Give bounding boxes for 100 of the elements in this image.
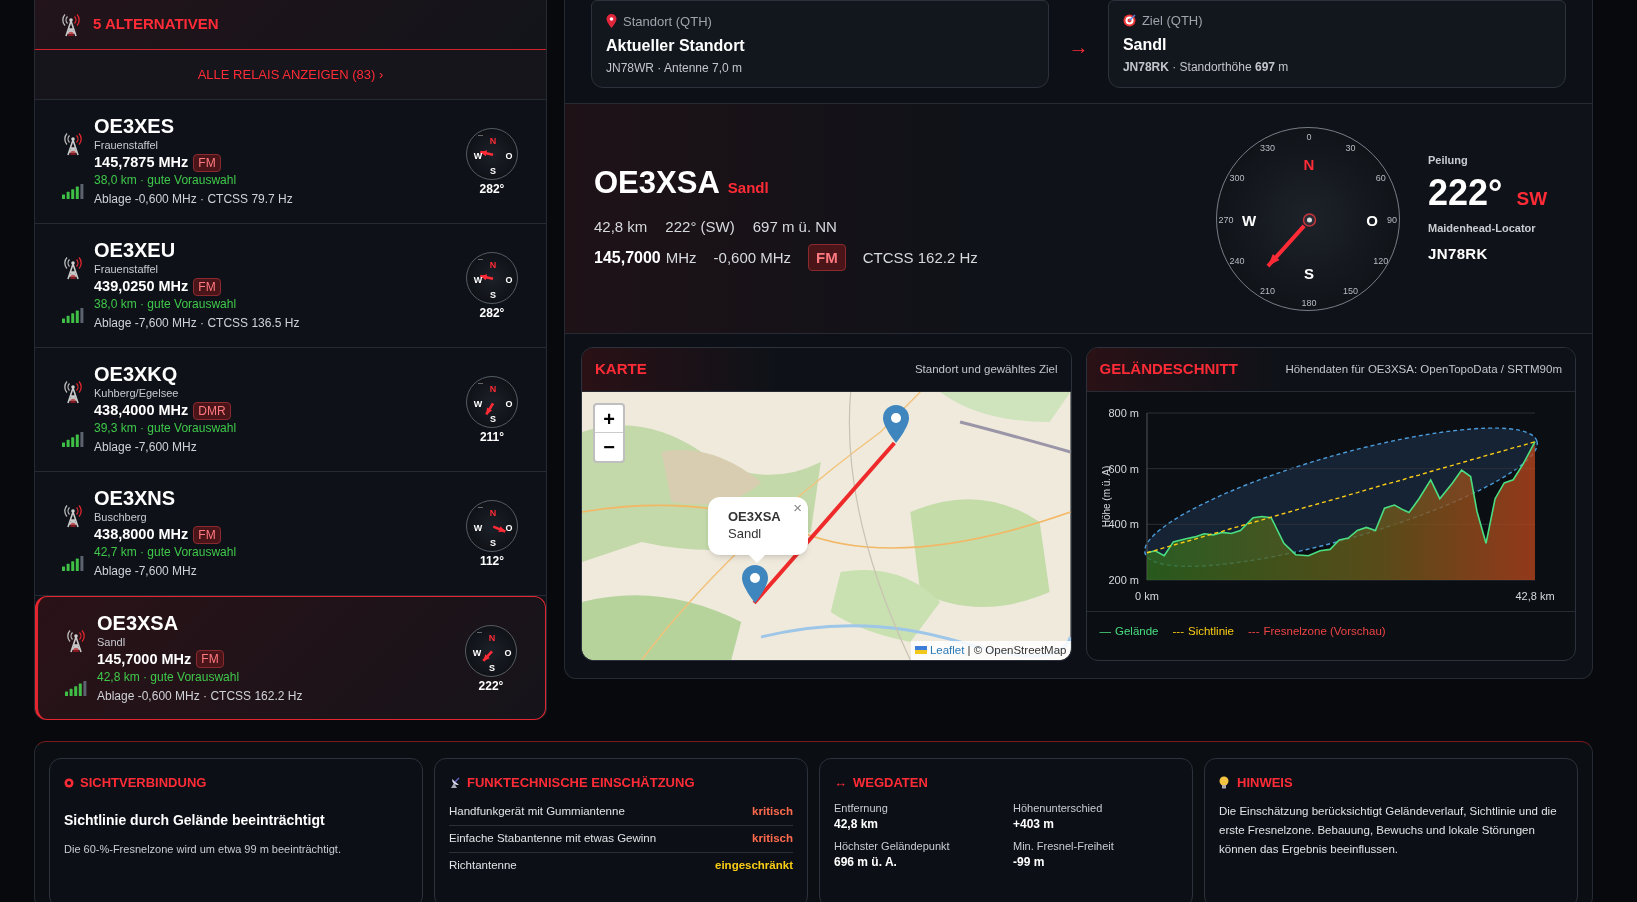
- map-marker-icon[interactable]: [883, 405, 909, 443]
- attribution-link[interactable]: Leaflet: [929, 641, 965, 659]
- compass-letter: S: [490, 414, 496, 424]
- degree-label: 120: [1373, 256, 1389, 266]
- bearing-direction: SW: [1516, 187, 1548, 212]
- antenna-type: Einfache Stabantenne mit etwas Gewinn: [449, 830, 657, 846]
- compass-letter: S: [490, 290, 496, 300]
- route-arrow: →: [1067, 35, 1090, 60]
- relay-location: Kuhberg/Egelsee: [94, 386, 180, 400]
- relay-details: Ablage -0,600 MHz · CTCSS 79.7 Hz: [94, 191, 294, 208]
- compass-letter: W: [473, 523, 483, 533]
- compass-letter: W: [473, 399, 483, 409]
- direction-arrow-icon: [482, 650, 494, 663]
- signal-bars-icon: [61, 184, 85, 199]
- show-all-button[interactable]: ALLE RELAIS ANZEIGEN (83) ›: [197, 64, 384, 85]
- degree-label: 210: [1260, 286, 1275, 296]
- close-button[interactable]: ×: [793, 500, 802, 515]
- degree-label: 300: [1229, 173, 1245, 183]
- relay-list-item[interactable]: OE3XKQ Kuhberg/Egelsee 438,4000 MHz DMR 39,3 km · gute Vorauswahl Ablage -7,600 MHz N O S W 211°: [35, 348, 546, 472]
- signal-bars-icon: [61, 556, 85, 571]
- legend-symbol: —: [1099, 624, 1111, 639]
- compass-letter: N: [488, 633, 496, 642]
- assessment-rating: kritisch: [752, 830, 793, 846]
- path-label: Entfernung: [834, 800, 889, 816]
- satellite-dish-icon: [449, 776, 461, 789]
- light-bulb-icon: [1219, 776, 1229, 790]
- frequency-unit: MHz: [665, 247, 697, 268]
- relay-list-item[interactable]: OE3XSA Sandl 145,7000 MHz FM 42,8 km · gute Vorauswahl Ablage -0,600 MHz · CTCSS 162.2 Hz N O S W 222°: [35, 596, 546, 720]
- relay-rating: 42,7 km · gute Vorauswahl: [94, 544, 238, 561]
- compass-letter: S: [1304, 265, 1314, 280]
- mode-badge: FM: [808, 244, 846, 272]
- target-frequency: 145,7000: [594, 247, 661, 268]
- legend-label: Sichtlinie: [1188, 624, 1234, 639]
- direction-arrow-icon: [491, 525, 507, 534]
- popup-subtitle: Sandl: [728, 525, 763, 542]
- compass-letter: S: [490, 538, 496, 548]
- mode-badge: FM: [193, 277, 221, 296]
- locator-value: JN78RK: [1428, 243, 1489, 264]
- degree-label: 0: [1306, 132, 1312, 141]
- card-label: Ziel (QTH): [1141, 14, 1203, 27]
- relay-callsign: OE3XES: [94, 114, 176, 138]
- compass-letter: O: [505, 151, 513, 161]
- relay-location: Sandl: [97, 634, 127, 649]
- relay-rating: 38,0 km · gute Vorauswahl: [94, 172, 238, 189]
- status-dot-icon: [64, 777, 74, 788]
- compass-letter: O: [505, 399, 513, 409]
- hint-text: Die Einschätzung berücksichtigt Geländeverlauf, Sichtlinie und die erste Fresnelzone. Bebauung, Bewuchs und lokale Störungen können das Ergebnis beeinflussen.: [1219, 803, 1558, 857]
- bearing-value: 211°: [479, 431, 505, 443]
- relay-details: Ablage -7,600 MHz: [94, 439, 198, 456]
- bearing-value: 282°: [479, 307, 505, 319]
- bearing-label: Peilung: [1428, 152, 1469, 168]
- relay-list-item[interactable]: OE3XEU Frauenstaffel 439,0250 MHz FM 38,0 km · gute Vorauswahl Ablage -7,600 MHz · CTCSS 136.5 Hz N O S W 282°: [35, 224, 546, 348]
- antenna-tower-icon: [63, 132, 83, 156]
- mode-badge: FM: [193, 153, 221, 172]
- relay-callsign: OE3XSA: [97, 610, 180, 635]
- direction-arrow-icon: [485, 401, 495, 416]
- relay-list-item[interactable]: OE3XES Frauenstaffel 145,7875 MHz FM 38,0 km · gute Vorauswahl Ablage -0,600 MHz · CTCSS 79.7 Hz N O S W 282°: [35, 100, 546, 224]
- antenna-tower-icon: [63, 256, 83, 280]
- target-altitude: 697 m ü. NN: [752, 216, 837, 237]
- relay-details: Ablage -7,600 MHz: [94, 563, 198, 580]
- bearing-value: 222°: [1428, 174, 1503, 213]
- mode-badge: FM: [196, 650, 224, 668]
- card-title: WEGDATEN: [853, 774, 928, 792]
- compass-letter: W: [473, 275, 483, 285]
- compass-letter: N: [489, 508, 497, 518]
- zoom-out-button[interactable]: −: [595, 433, 623, 461]
- legend-label: Gelände: [1115, 624, 1159, 639]
- relay-details: Ablage -0,600 MHz · CTCSS 162.2 Hz: [97, 687, 304, 705]
- zoom-in-button[interactable]: +: [595, 405, 623, 433]
- target-ctcss: CTCSS 162.2 Hz: [862, 247, 978, 268]
- location-name: Aktueller Standort: [606, 36, 746, 56]
- card-label: Standort (QTH): [623, 14, 712, 28]
- card-title: KARTE: [595, 359, 647, 380]
- relay-callsign: OE3XEU: [94, 238, 177, 262]
- arrows-glyph: ↔: [834, 774, 847, 792]
- signal-bars-icon: [64, 680, 88, 696]
- signal-bars-icon: [61, 432, 85, 447]
- list-title: 5 ALTERNATIVEN: [93, 14, 219, 35]
- relay-frequency: 145,7000 MHz: [97, 649, 192, 669]
- y-tick-label: 800 m: [1107, 407, 1139, 419]
- relay-location: Frauenstaffel: [94, 262, 159, 276]
- card-subtitle: Höhendaten für OE3XSA: OpenTopoData / SRTM90m: [1285, 361, 1562, 377]
- target-name: Sandl: [727, 177, 769, 198]
- map-marker-icon[interactable]: [742, 565, 768, 603]
- relay-frequency: 438,4000 MHz: [94, 401, 189, 420]
- antenna-type: Handfunkgerät mit Gummiantenne: [449, 803, 625, 819]
- mode-badge: FM: [193, 525, 221, 544]
- bearing-value: 282°: [479, 183, 505, 195]
- relay-details: Ablage -7,600 MHz · CTCSS 136.5 Hz: [94, 315, 301, 332]
- card-subtitle: Standort und gewähltes Ziel: [914, 361, 1058, 377]
- bearing-value: 222°: [478, 679, 504, 692]
- antenna-tower-icon: [63, 504, 83, 528]
- degree-label: 240: [1229, 256, 1245, 266]
- degree-label: 180: [1301, 298, 1317, 307]
- compass-letter: O: [504, 648, 512, 657]
- relay-callsign: OE3XNS: [94, 486, 177, 510]
- card-title: GELÄNDESCHNITT: [1099, 359, 1238, 380]
- card-title: SICHTVERBINDUNG: [80, 774, 207, 792]
- degree-label: 90: [1387, 215, 1397, 224]
- antenna-tower-icon: [66, 628, 86, 653]
